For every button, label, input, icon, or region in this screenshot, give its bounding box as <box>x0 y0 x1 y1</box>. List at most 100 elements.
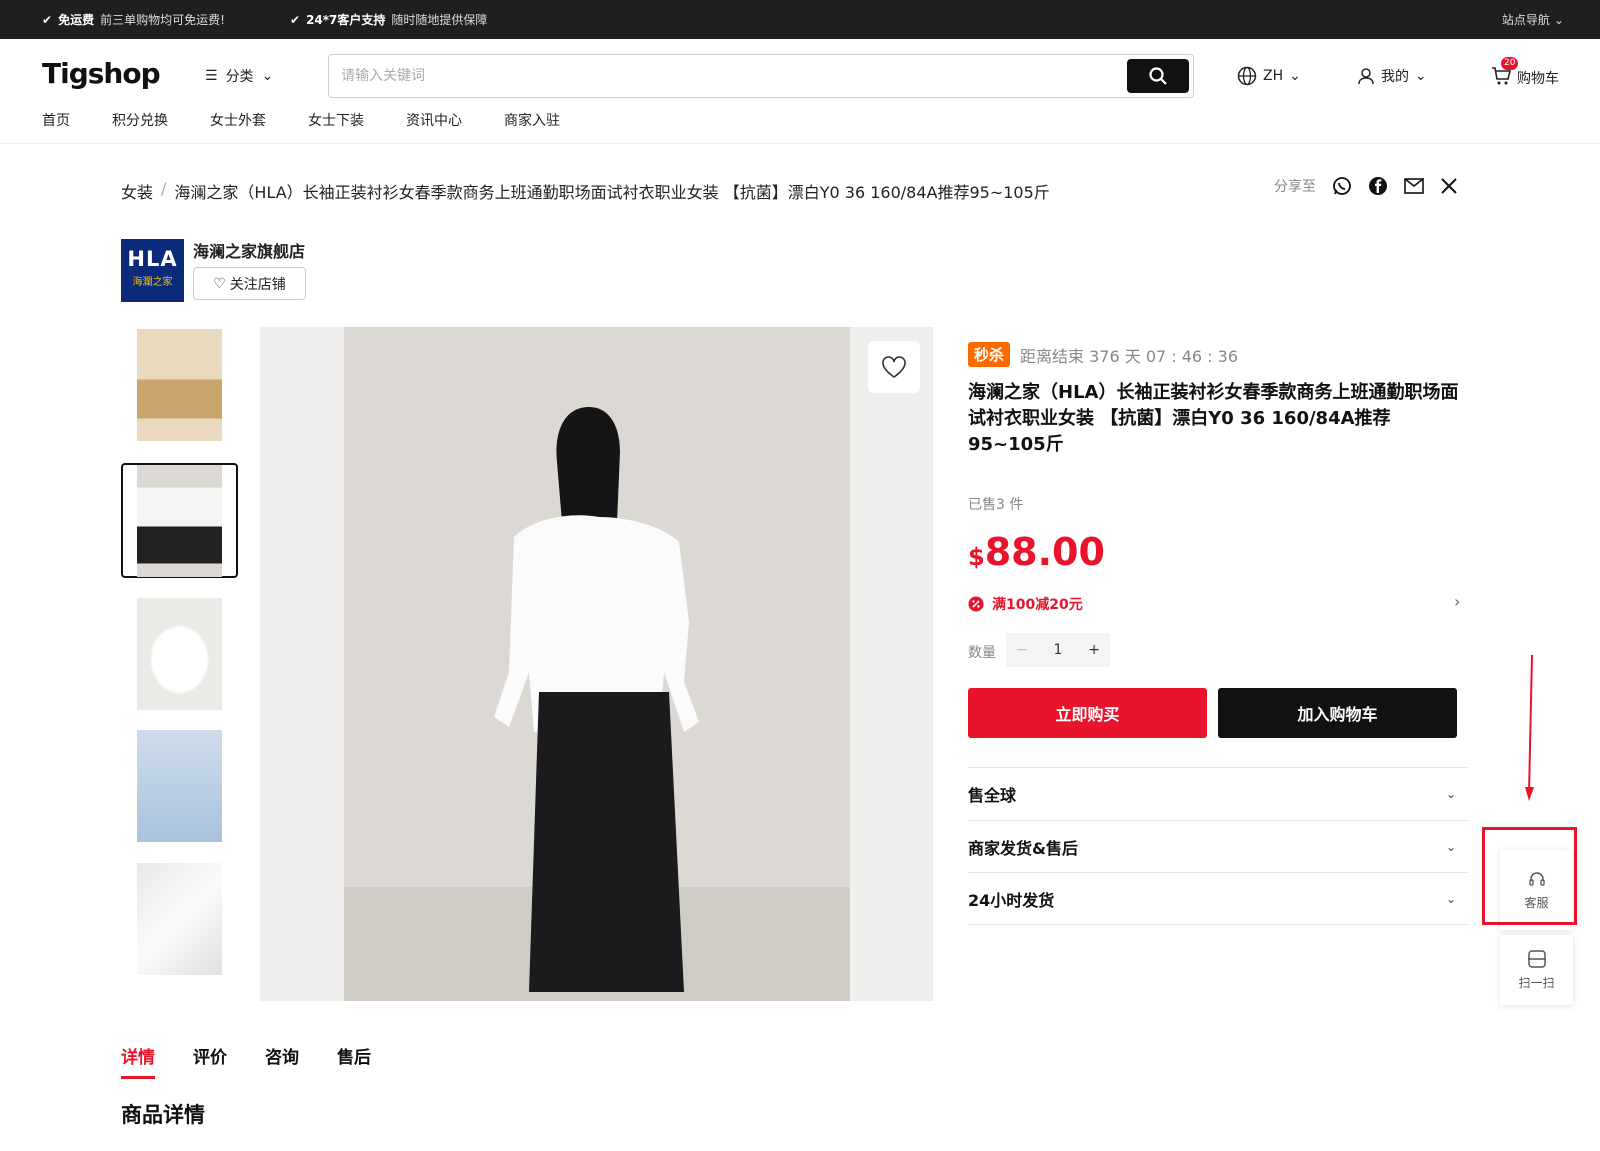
add-to-cart-button[interactable]: 加入购物车 <box>1218 688 1457 738</box>
cart-button[interactable]: 20 购物车 <box>1491 57 1559 90</box>
accordion-label: 商家发货&售后 <box>968 839 1078 858</box>
store-logo[interactable]: HLA 海瀾之家 <box>121 239 184 302</box>
main-nav: 首页 积分兑换 女士外套 女士下装 资讯中心 商家入驻 <box>42 110 602 130</box>
accordion-item[interactable]: 商家发货&售后 ⌄ <box>968 820 1468 873</box>
chevron-down-icon: ⌄ <box>1445 840 1456 854</box>
breadcrumb-separator: / <box>161 179 167 198</box>
accordion-label: 24小时发货 <box>968 891 1055 910</box>
logo-text: Tigshop <box>42 57 161 90</box>
annotation-arrow-icon <box>1525 655 1534 801</box>
tab-reviews[interactable]: 评价 <box>193 1043 227 1068</box>
follow-store-button[interactable]: ♡ 关注店铺 <box>193 267 306 300</box>
category-menu[interactable]: ☰ 分类 ⌄ <box>205 66 273 86</box>
account-label: 我的 <box>1381 69 1409 85</box>
promo-text: 前三单购物均可免运费! <box>100 13 225 27</box>
thumbnail-image <box>137 464 222 577</box>
chevron-down-icon: ⌄ <box>1445 787 1456 801</box>
flash-sale-bar: 秒杀 距离结束 376 天 07 : 46 : 36 <box>968 342 1238 367</box>
chevron-down-icon: ⌄ <box>1415 68 1427 84</box>
highlight-annotation-box <box>1482 827 1577 925</box>
thumbnail-image <box>137 862 222 975</box>
site-nav-label: 站点导航 <box>1501 13 1550 27</box>
promo-text: 随时随地提供保障 <box>391 13 488 27</box>
detail-tabs: 详情 评价 咨询 售后 <box>121 1043 371 1079</box>
nav-item[interactable]: 首页 <box>42 110 70 130</box>
free-shipping-promo: ✔ 免运费 前三单购物均可免运费! <box>42 11 225 28</box>
favorite-button[interactable] <box>868 341 920 393</box>
promo-title: 免运费 <box>58 13 95 27</box>
nav-item[interactable]: 资讯中心 <box>406 110 462 130</box>
countdown: 距离结束 376 天 07 : 46 : 36 <box>1020 346 1239 366</box>
cart-count-badge: 20 <box>1501 57 1519 70</box>
mail-icon[interactable] <box>1404 178 1424 194</box>
chevron-right-icon[interactable]: › <box>1454 592 1460 611</box>
nav-item[interactable]: 女士外套 <box>210 110 266 130</box>
thumbnail[interactable] <box>121 596 238 711</box>
chevron-down-icon: ⌄ <box>261 68 274 84</box>
thumbnail-selected[interactable] <box>121 463 238 578</box>
chevron-down-icon: ⌄ <box>1289 68 1301 84</box>
thumbnail[interactable] <box>121 728 238 843</box>
thumbnail-image <box>137 729 222 842</box>
search-box <box>328 54 1194 98</box>
quantity-value[interactable]: 1 <box>1054 642 1063 658</box>
language-selector[interactable]: ZH ⌄ <box>1237 66 1301 86</box>
site-logo[interactable]: Tigshop <box>42 57 161 90</box>
nav-item[interactable]: 女士下装 <box>308 110 364 130</box>
thumbnail-image <box>137 328 222 441</box>
site-nav-dropdown[interactable]: 站点导航 ⌄ <box>1502 11 1564 28</box>
quantity-decrease-button[interactable]: − <box>1016 642 1028 658</box>
sold-count: 已售3 件 <box>968 497 1024 513</box>
language-label: ZH <box>1263 68 1284 84</box>
promo-title: 24*7客户支持 <box>306 13 386 27</box>
cart-label: 购物车 <box>1517 71 1559 87</box>
user-icon <box>1358 68 1374 85</box>
store-name[interactable]: 海澜之家旗舰店 <box>193 238 305 262</box>
thumbnail[interactable] <box>121 861 238 976</box>
share-label: 分享至 <box>1274 179 1316 195</box>
tab-details[interactable]: 详情 <box>121 1043 155 1079</box>
breadcrumb-current: 海澜之家（HLA）长袖正装衬衫女春季款商务上班通勤职场面试衬衣职业女装 【抗菌】… <box>174 183 1050 202</box>
site-header: Tigshop ☰ 分类 ⌄ ZH ⌄ 我的 ⌄ 20 购物车 首页 积分兑换 … <box>0 39 1600 144</box>
product-title: 海澜之家（HLA）长袖正装衬衫女春季款商务上班通勤职场面试衬衣职业女装 【抗菌】… <box>968 382 1459 455</box>
category-label: 分类 <box>225 69 254 85</box>
search-button[interactable] <box>1127 59 1189 93</box>
quantity-label: 数量 <box>968 645 996 661</box>
facebook-icon[interactable] <box>1368 176 1388 196</box>
quantity-increase-button[interactable]: + <box>1088 642 1100 658</box>
menu-icon: ☰ <box>205 68 218 84</box>
search-icon <box>1149 67 1167 85</box>
search-input[interactable] <box>341 65 1101 87</box>
product-price: $88.00 <box>968 530 1105 574</box>
accordion-item[interactable]: 售全球 ⌄ <box>968 767 1468 820</box>
whatsapp-icon[interactable] <box>1332 176 1352 196</box>
promotion-row[interactable]: 满100减20元 <box>968 594 1083 614</box>
store-logo-text: HLA <box>127 247 178 271</box>
tab-after-sales[interactable]: 售后 <box>337 1043 371 1068</box>
section-title: 商品详情 <box>121 1103 205 1127</box>
currency-symbol: $ <box>968 543 985 571</box>
support-promo: ✔ 24*7客户支持 随时随地提供保障 <box>290 11 487 28</box>
x-twitter-icon[interactable] <box>1440 177 1458 195</box>
scan-icon <box>1527 949 1546 968</box>
promotion-text: 满100减20元 <box>992 597 1083 613</box>
accordion-item[interactable]: 24小时发货 ⌄ <box>968 872 1468 925</box>
scan-button[interactable]: 扫一扫 <box>1500 935 1573 1005</box>
divider <box>968 924 1468 925</box>
nav-item[interactable]: 积分兑换 <box>112 110 168 130</box>
account-menu[interactable]: 我的 ⌄ <box>1357 66 1427 86</box>
product-photo <box>344 327 850 1001</box>
chevron-down-icon: ⌄ <box>1445 892 1456 906</box>
check-icon: ✔ <box>42 12 53 27</box>
thumbnail[interactable] <box>121 327 238 442</box>
flash-sale-badge: 秒杀 <box>968 342 1011 367</box>
store-logo-subtext: 海瀾之家 <box>132 277 173 288</box>
thumbnail-image <box>137 597 222 710</box>
share-bar: 分享至 <box>1274 176 1458 196</box>
main-product-image[interactable] <box>260 327 933 1001</box>
buy-now-button[interactable]: 立即购买 <box>968 688 1207 738</box>
heart-icon: ♡ <box>213 275 226 292</box>
nav-item[interactable]: 商家入驻 <box>504 110 560 130</box>
tab-consult[interactable]: 咨询 <box>265 1043 299 1068</box>
breadcrumb-root[interactable]: 女装 <box>121 179 153 203</box>
